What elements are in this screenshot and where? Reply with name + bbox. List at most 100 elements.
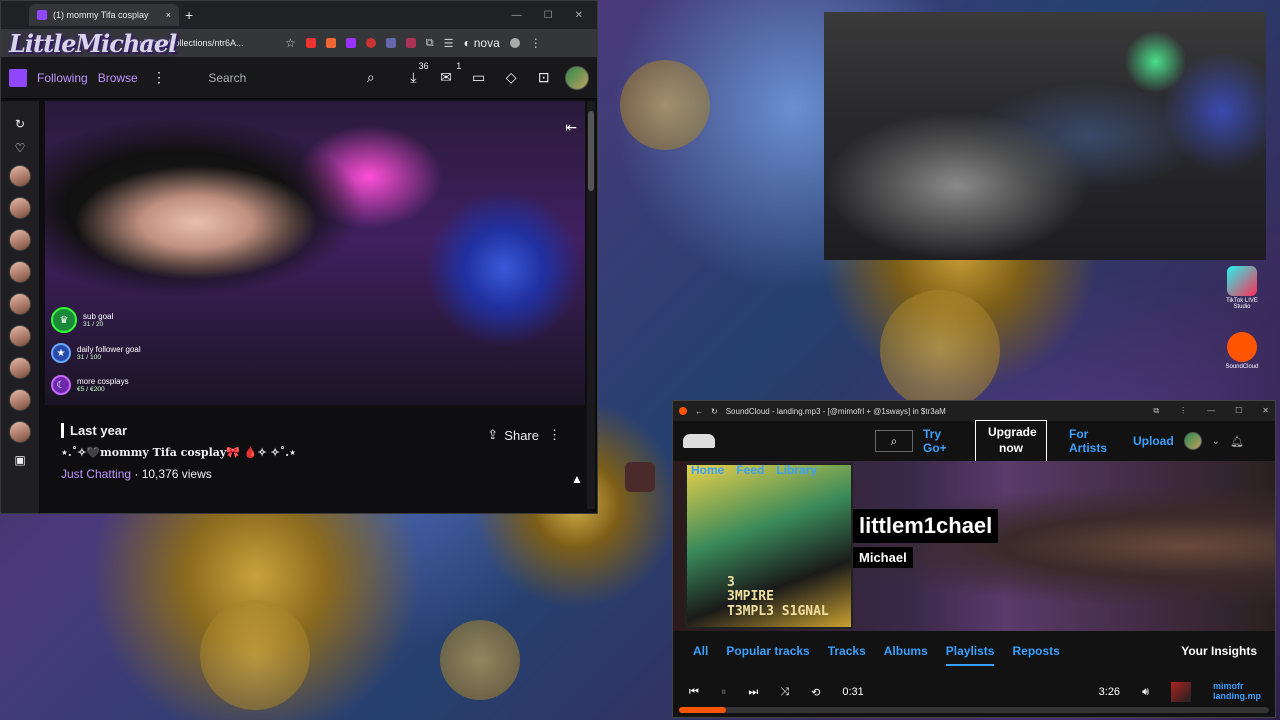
extension-icon[interactable] [385,38,396,48]
tab-all[interactable]: All [693,644,708,658]
channel-avatar[interactable] [9,197,31,219]
scrollbar-thumb[interactable] [588,111,594,191]
try-go-plus-link[interactable]: Try Go+ [923,427,953,456]
channel-avatar[interactable] [9,229,31,251]
for-artists-link[interactable]: For Artists [1069,427,1113,456]
share-button[interactable]: ⇪ Share [487,427,539,443]
back-icon[interactable]: ← [695,407,703,416]
upload-link[interactable]: Upload [1133,434,1174,448]
feed-link[interactable]: Feed [736,463,764,477]
goal-value: €5 / €200 [77,386,105,393]
extensions-icon[interactable]: ⧉ [1153,406,1159,416]
search-icon[interactable]: ⌕ [359,69,382,86]
cover-text: 3 3MPIRE T3MPL3 S1GNAL [727,575,829,619]
tab-tracks[interactable]: Tracks [828,644,866,658]
channel-avatar[interactable] [9,165,31,187]
search-input[interactable]: Search [208,71,349,85]
refresh-icon[interactable]: ↻ [15,117,25,131]
star-icon[interactable]: ☆ [285,36,296,50]
prime-loot-icon[interactable]: ⤓ 36 [402,61,428,86]
channel-avatar[interactable] [9,293,31,315]
pause-icon[interactable]: ⏸ [721,686,727,699]
shuffle-icon[interactable]: ⤨ [780,686,789,699]
previous-icon[interactable]: ⏮ [689,686,699,699]
extension-icon[interactable] [365,38,376,48]
playback-progress[interactable] [679,707,1269,713]
browser-tabstrip: (1) mommy Tifa cosplay × + — ☐ ✕ [1,1,597,29]
minimize-button[interactable]: — [512,10,522,21]
bell-icon[interactable]: 🔔︎ [1230,435,1244,448]
tab-playlists[interactable]: Playlists [945,644,995,666]
channel-logo-overlay: LittleMichael [9,29,177,58]
player-bar: ⏮ ⏸ ⏭ ⤨ ⟲ 0:31 3:26 🔊︎ mimofr landing.mp [673,677,1275,707]
search-icon[interactable]: ⌕ [875,430,913,452]
track-info[interactable]: mimofr landing.mp [1213,681,1261,702]
user-avatar[interactable] [565,65,590,90]
tab-reposts[interactable]: Reposts [1012,644,1059,658]
user-avatar[interactable] [1183,432,1202,450]
whispers-icon[interactable]: ▭ [467,69,490,86]
kebab-menu-icon[interactable]: ⋮ [1179,406,1187,416]
followed-channels-sidebar: ↻ ♡ ▣ [1,101,39,513]
soundcloud-logo-icon[interactable] [683,434,715,448]
extension-icon[interactable] [305,38,316,48]
nav-browse[interactable]: Browse [98,71,138,85]
channel-avatar[interactable] [9,261,31,283]
library-link[interactable]: Library [776,463,817,477]
twitch-logo-icon[interactable] [9,68,27,87]
tiktok-live-studio-shortcut[interactable]: TikTok LIVE Studio [1218,266,1266,310]
goal-label: more cosplays [77,377,129,386]
nova-button[interactable]: ◐ nova [464,36,500,50]
inbox-icon[interactable]: ✉ 1 [435,61,461,86]
menu-icon[interactable]: ☰ [444,37,454,50]
kebab-menu-icon[interactable]: ⋮ [530,36,542,50]
your-insights-link[interactable]: Your Insights [1181,644,1257,658]
channel-avatar[interactable] [9,389,31,411]
desktop-shortcut[interactable] [616,462,664,494]
nav-following[interactable]: Following [37,71,88,85]
scrollbar[interactable] [587,101,595,509]
maximize-button[interactable]: ☐ [544,10,553,21]
maximize-button[interactable]: ☐ [1235,406,1242,416]
channel-avatar[interactable] [9,325,31,347]
volume-icon[interactable]: 🔊︎ [1142,686,1149,699]
extension-icon[interactable] [345,38,356,48]
home-link[interactable]: Home [691,463,724,477]
reload-icon[interactable]: ↻ [711,407,718,416]
soundcloud-window: ← ↻ SoundCloud - landing.mp3 - [@mimofrl… [672,400,1276,718]
goal-widget: ♛ sub goal 31 / 20 [51,307,113,333]
puzzle-icon[interactable]: ⧉ [426,37,434,50]
channel-avatar[interactable] [9,357,31,379]
more-menu-icon[interactable]: ⋮ [148,69,171,86]
tab-popular-tracks[interactable]: Popular tracks [726,644,809,658]
more-options-icon[interactable]: ⋮ [548,427,561,443]
tab-albums[interactable]: Albums [884,644,928,658]
repeat-icon[interactable]: ⟲ [811,686,820,699]
upgrade-now-button[interactable]: Upgrade now [975,420,1047,462]
close-button[interactable]: ✕ [1262,406,1269,416]
profile-username: littlem1chael [853,509,999,543]
channel-avatar[interactable] [9,421,31,443]
soundcloud-shortcut[interactable]: SoundCloud [1218,332,1266,370]
tab-close-icon[interactable]: × [166,10,171,20]
browser-tab[interactable]: (1) mommy Tifa cosplay × [29,4,179,26]
video-player[interactable]: ⇤ ♛ sub goal 31 / 20 ★ daily follower goa… [45,101,585,405]
heart-icon[interactable]: ♡ [15,141,26,155]
album-cover[interactable]: 3 3MPIRE T3MPL3 S1GNAL [685,463,853,629]
extension-icon[interactable] [325,38,336,48]
extension-icon[interactable] [405,38,416,48]
window-controls: — ☐ ✕ [512,10,591,21]
category-link[interactable]: Just Chatting [61,467,131,481]
profile-icon[interactable] [509,38,520,48]
next-icon[interactable]: ⏭ [748,686,758,699]
new-tab-button[interactable]: + [185,7,193,23]
minimize-button[interactable]: — [1207,406,1215,416]
track-artwork[interactable] [1171,682,1191,702]
close-button[interactable]: ✕ [575,10,583,21]
bits-icon[interactable]: ◇ [500,69,523,86]
ad-free-icon[interactable]: ⊡ [532,69,555,86]
profile-banner: 3 3MPIRE T3MPL3 S1GNAL Home Feed Library… [673,461,1275,631]
collapse-icon[interactable]: ⇤ [565,119,577,136]
chevron-down-icon[interactable]: ⌄ [1212,436,1220,447]
video-camera-icon[interactable]: ▣ [14,453,25,467]
